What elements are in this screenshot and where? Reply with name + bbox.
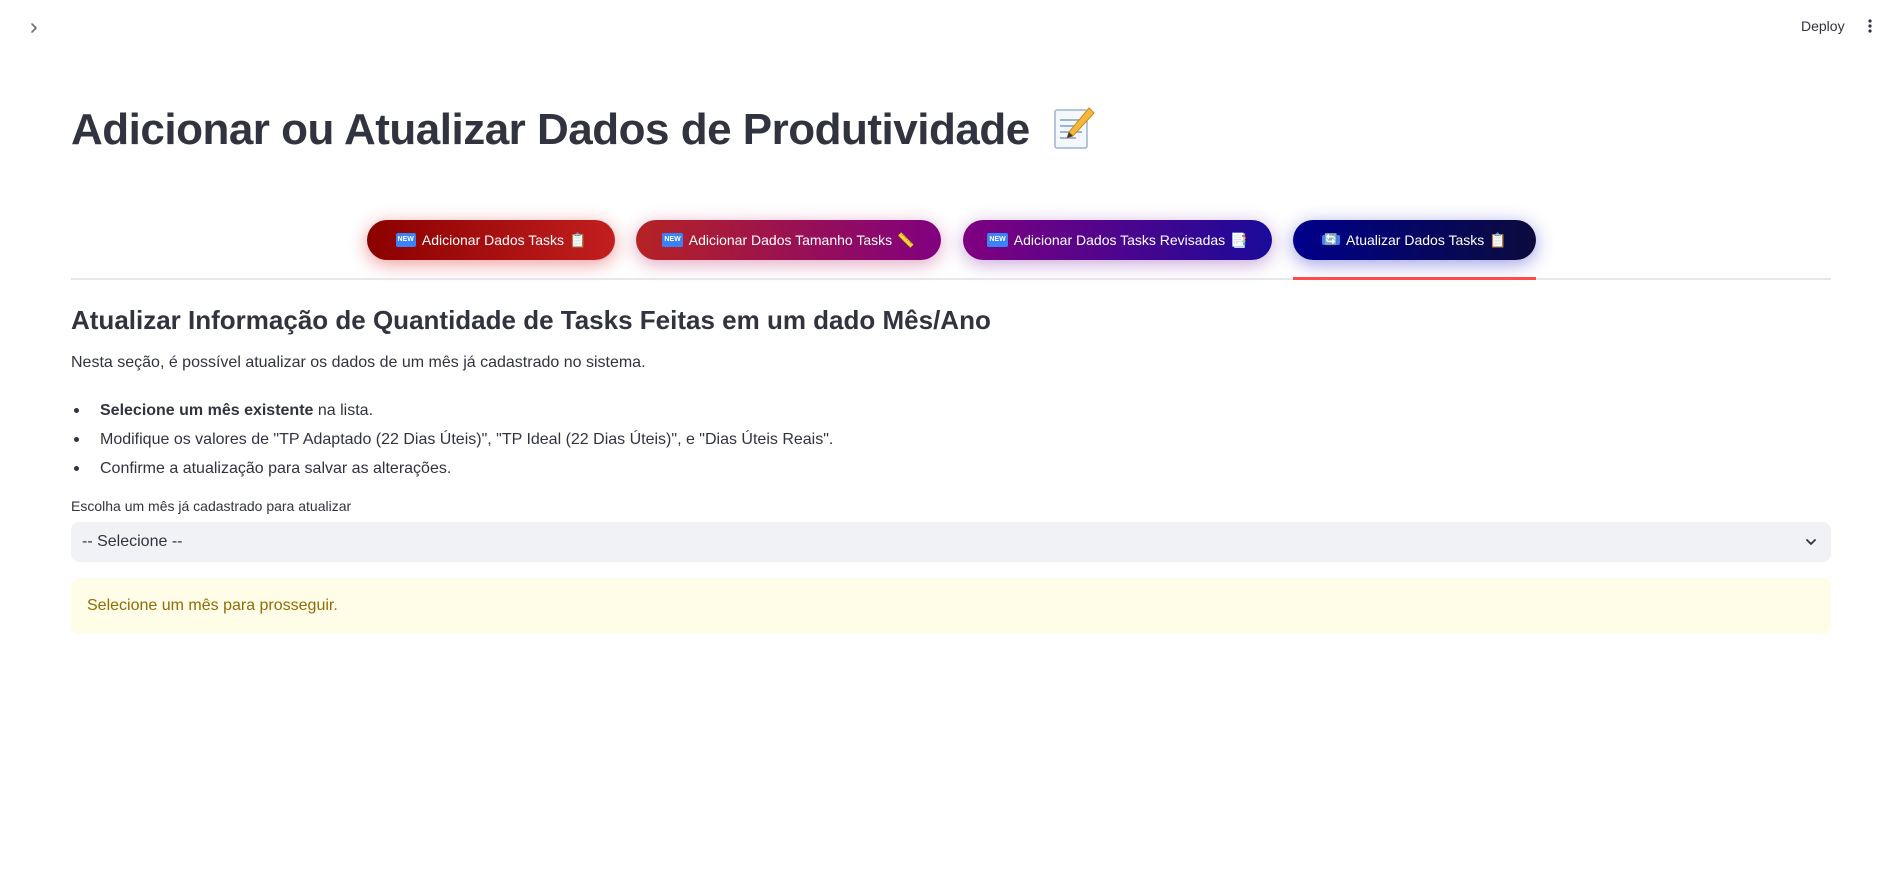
list-item: Modifique os valores de "TP Adaptado (22… <box>71 425 833 454</box>
page-icon: 📑 <box>1230 231 1248 248</box>
warning-text: Selecione um mês para prosseguir. <box>87 597 338 614</box>
section-title: Atualizar Informação de Quantidade de Ta… <box>71 305 991 335</box>
list-item-text: Modifique os valores de "TP Adaptado (22… <box>100 431 834 448</box>
ruler-icon: 📏 <box>897 231 915 248</box>
deploy-button[interactable]: Deploy <box>1795 14 1851 38</box>
list-item: Confirme a atualização para salvar as al… <box>71 454 833 483</box>
list-item-text: Confirme a atualização para salvar as al… <box>100 460 452 477</box>
month-select-value: -- Selecione -- <box>82 533 183 550</box>
new-badge-icon: NEW <box>662 233 683 247</box>
tab-adicionar-dados-tasks-revisadas[interactable]: NEW Adicionar Dados Tasks Revisadas 📑 <box>963 220 1272 260</box>
list-item: Selecione um mês existente na lista. <box>71 396 833 425</box>
page-title: Adicionar ou Atualizar Dados de Produtiv… <box>71 104 1097 155</box>
tab-bar: NEW Adicionar Dados Tasks 📋 NEW Adiciona… <box>71 220 1831 280</box>
instructions-list: Selecione um mês existente na lista. Mod… <box>71 396 833 483</box>
chevron-down-icon <box>1803 534 1819 550</box>
tab-label: Adicionar Dados Tasks <box>421 232 565 248</box>
tab-adicionar-dados-tamanho-tasks[interactable]: NEW Adicionar Dados Tamanho Tasks 📏 <box>636 220 941 260</box>
tab-atualizar-dados-tasks[interactable]: 🔄 Atualizar Dados Tasks 📋 <box>1293 220 1536 260</box>
tab-label: Adicionar Dados Tasks Revisadas <box>1013 232 1226 248</box>
memo-icon <box>1049 104 1097 152</box>
month-select[interactable]: -- Selecione -- <box>71 522 1831 562</box>
section-intro: Nesta seção, é possível atualizar os dad… <box>71 354 646 371</box>
kebab-menu-icon[interactable] <box>1862 14 1878 38</box>
new-badge-icon: NEW <box>395 233 416 247</box>
clipboard-icon: 📋 <box>1489 231 1507 248</box>
tab-divider <box>71 278 1831 280</box>
tab-label: Adicionar Dados Tamanho Tasks <box>688 232 893 248</box>
warning-alert: Selecione um mês para prosseguir. <box>71 578 1831 634</box>
tab-label: Atualizar Dados Tasks <box>1346 232 1485 248</box>
top-bar: Deploy <box>0 0 1889 56</box>
refresh-icon: 🔄 <box>1322 234 1340 246</box>
list-item-text: na lista. <box>313 402 374 419</box>
list-item-bold: Selecione um mês existente <box>100 402 314 419</box>
chevron-right-icon[interactable] <box>22 16 46 40</box>
active-tab-indicator <box>1293 277 1536 280</box>
clipboard-icon: 📋 <box>569 231 587 248</box>
new-badge-icon: NEW <box>987 233 1008 247</box>
tab-adicionar-dados-tasks[interactable]: NEW Adicionar Dados Tasks 📋 <box>367 220 615 260</box>
month-select-label: Escolha um mês já cadastrado para atuali… <box>71 498 352 514</box>
page-title-text: Adicionar ou Atualizar Dados de Produtiv… <box>71 105 1030 154</box>
